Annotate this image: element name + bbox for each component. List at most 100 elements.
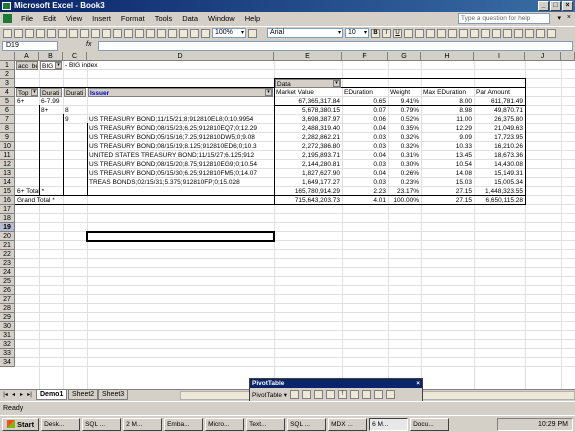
cell-g14[interactable]: 0.23%	[389, 178, 420, 187]
row-header[interactable]: 3	[0, 79, 15, 88]
row-header[interactable]: 26	[0, 286, 15, 295]
row-header[interactable]: 24	[0, 268, 15, 277]
cell-i16[interactable]: 6,650,115.28	[475, 196, 524, 205]
cell-d13[interactable]: US TREASURY BOND;05/15/30;6.25;912810FM5…	[88, 169, 273, 178]
decrease-indent-icon[interactable]	[503, 28, 512, 38]
font-size-select[interactable]: 10	[345, 28, 369, 38]
cell-d11[interactable]: UNITED STATES TREASURY BOND;11/15/27;6.1…	[88, 151, 273, 160]
fx-icon[interactable]: fx	[86, 41, 91, 48]
cell-e8[interactable]: 2,488,319.40	[275, 124, 341, 133]
cell-c7[interactable]: 9	[64, 115, 86, 124]
autosum-icon[interactable]	[157, 28, 166, 38]
cell-h11[interactable]: 13.45	[422, 151, 473, 160]
cell-g15[interactable]: 23.17%	[389, 187, 420, 196]
cell-h15[interactable]: 27.15	[422, 187, 473, 196]
show-detail-icon[interactable]	[326, 390, 336, 399]
cell-d10[interactable]: US TREASURY BOND;08/15/19;8.125;912810ED…	[88, 142, 273, 151]
cell-i15[interactable]: 1,448,323.55	[475, 187, 524, 196]
cell-f15[interactable]: 2.23	[343, 187, 387, 196]
minimize-button[interactable]: _	[538, 1, 549, 11]
doc-close-icon[interactable]: ×	[567, 14, 571, 21]
menu-window[interactable]: Window	[203, 12, 240, 25]
cell-g7[interactable]: 0.52%	[389, 115, 420, 124]
menu-edit[interactable]: Edit	[38, 12, 61, 25]
cell-g10[interactable]: 0.32%	[389, 142, 420, 151]
task-button[interactable]: MDX ...	[328, 417, 368, 431]
copy-icon[interactable]	[91, 28, 100, 38]
percent-icon[interactable]	[459, 28, 468, 38]
pivot-toolbar[interactable]: PivotTable × PivotTable ▾ !	[249, 378, 423, 402]
permission-icon[interactable]	[36, 28, 45, 38]
worksheet-grid[interactable]: A B C D E F G H I J 1 2 3 4 5 6 7 8 9 10…	[0, 52, 575, 389]
col-header-a[interactable]: A	[15, 52, 39, 61]
cell-i13[interactable]: 15,149.31	[475, 169, 524, 178]
task-button[interactable]: SQL ...	[287, 417, 327, 431]
italic-icon[interactable]: I	[382, 28, 391, 38]
row-field-duration1[interactable]: Durati	[40, 88, 62, 97]
pivot-toolbar-title[interactable]: PivotTable ×	[250, 379, 422, 388]
cell-f16[interactable]: 4.01	[343, 196, 387, 205]
currency-icon[interactable]	[448, 28, 457, 38]
cell-i10[interactable]: 16,210.26	[475, 142, 524, 151]
cell-i7[interactable]: 26,375.80	[475, 115, 524, 124]
cell-e6[interactable]: 5,678,380.15	[275, 106, 341, 115]
row-header[interactable]: 6	[0, 106, 15, 115]
row-field-duration2[interactable]: Durati	[64, 88, 86, 97]
row-header[interactable]: 23	[0, 259, 15, 268]
help-search-input[interactable]: Type a question for help	[458, 13, 550, 24]
row-header[interactable]: 18	[0, 214, 15, 223]
row-header[interactable]: 4	[0, 88, 15, 97]
menu-file[interactable]: File	[16, 12, 38, 25]
row-header[interactable]: 15	[0, 187, 15, 196]
cell-i12[interactable]: 14,430.08	[475, 160, 524, 169]
task-button[interactable]: Micro...	[205, 417, 245, 431]
bold-icon[interactable]: B	[371, 28, 380, 38]
next-sheet-icon[interactable]: ▸	[18, 391, 25, 399]
cell-g12[interactable]: 0.30%	[389, 160, 420, 169]
tab-demo1[interactable]: Demo1	[36, 390, 68, 400]
font-select[interactable]: Arial	[267, 28, 343, 38]
cell-a16[interactable]: Grand Total *	[16, 196, 86, 205]
data-field-button[interactable]: Data	[275, 79, 341, 88]
row-header[interactable]: 12	[0, 160, 15, 169]
always-display-icon[interactable]	[362, 390, 372, 399]
col-header-i[interactable]: I	[474, 52, 525, 61]
row-header[interactable]: 22	[0, 250, 15, 259]
format-painter-icon[interactable]	[113, 28, 122, 38]
cell-c6[interactable]: 8	[64, 106, 86, 115]
cell-f8[interactable]: 0.04	[343, 124, 387, 133]
cell-d9[interactable]: US TREASURY BOND;05/15/16;7.25;912810DW5…	[88, 133, 273, 142]
row-header[interactable]: 21	[0, 241, 15, 250]
row-header[interactable]: 34	[0, 358, 15, 367]
borders-icon[interactable]	[525, 28, 534, 38]
col-header-e[interactable]: E	[274, 52, 342, 61]
undo-icon[interactable]	[124, 28, 133, 38]
col-header-k[interactable]	[561, 52, 575, 61]
row-header[interactable]: 30	[0, 322, 15, 331]
cell-d8[interactable]: US TREASURY BOND;08/15/23;6.25;912810EQ7…	[88, 124, 273, 133]
help-icon[interactable]	[248, 28, 257, 38]
cell-b6[interactable]: 8+	[40, 106, 62, 115]
cell-e12[interactable]: 2,144,280.81	[275, 160, 341, 169]
cell-e10[interactable]: 2,272,386.80	[275, 142, 341, 151]
cell-h8[interactable]: 12.29	[422, 124, 473, 133]
cell-h12[interactable]: 10.54	[422, 160, 473, 169]
cell-g5[interactable]: 9.41%	[389, 97, 420, 106]
cell-d14[interactable]: TREAS BONDS;02/15/31;5.375;912810FP;0;15…	[88, 178, 273, 187]
cell-i6[interactable]: 49,870.71	[475, 106, 524, 115]
sort-desc-icon[interactable]	[179, 28, 188, 38]
issuer-dropdown-icon[interactable]: ▾	[265, 89, 272, 96]
hide-detail-icon[interactable]	[314, 390, 324, 399]
comma-icon[interactable]	[470, 28, 479, 38]
row-header[interactable]: 17	[0, 205, 15, 214]
close-button[interactable]: ×	[562, 1, 573, 11]
menu-view[interactable]: View	[61, 12, 87, 25]
cell-h6[interactable]: 8.98	[422, 106, 473, 115]
row-header[interactable]: 25	[0, 277, 15, 286]
cell-f7[interactable]: 0.06	[343, 115, 387, 124]
cell-f12[interactable]: 0.03	[343, 160, 387, 169]
col-header-d[interactable]: D	[87, 52, 274, 61]
cell-f5[interactable]: 0.65	[343, 97, 387, 106]
row-header[interactable]: 8	[0, 124, 15, 133]
first-sheet-icon[interactable]: |◂	[2, 391, 9, 399]
